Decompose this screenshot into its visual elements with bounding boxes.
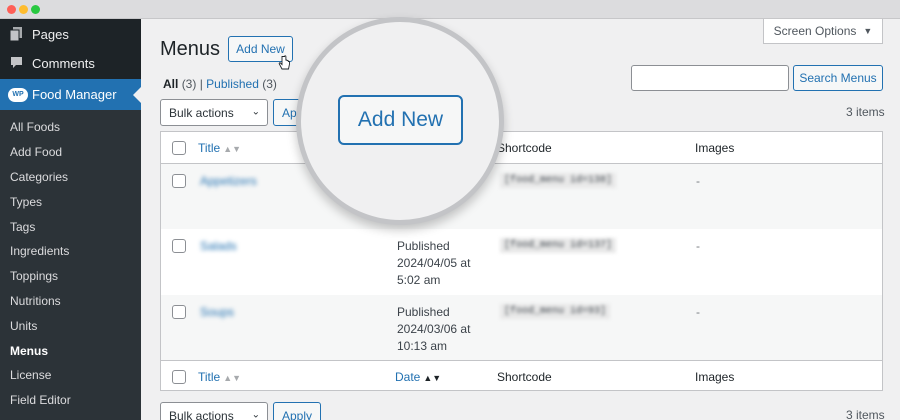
bulk-actions-select[interactable]: Bulk actions ⌄ bbox=[160, 99, 268, 126]
submenu-item-categories[interactable]: Categories bbox=[10, 170, 68, 184]
column-title-footer[interactable]: Title ▲▼ bbox=[198, 370, 241, 384]
admin-sidebar: Pages Comments WP Food Manager All Foods… bbox=[0, 19, 141, 420]
table-row: Appetizers [food_menu id=138] - bbox=[161, 164, 882, 229]
sidebar-item-comments[interactable]: Comments bbox=[0, 49, 141, 77]
row-title-link[interactable]: Soups bbox=[200, 305, 234, 319]
row-date: Published 2024/03/06 at 10:13 am bbox=[397, 305, 471, 353]
filter-separator: | bbox=[199, 77, 203, 91]
submenu-item-nutritions[interactable]: Nutritions bbox=[10, 294, 61, 308]
row-images: - bbox=[696, 305, 700, 319]
hand-pointer-cursor-icon bbox=[278, 55, 290, 71]
row-shortcode: [food_menu id=138] bbox=[500, 173, 617, 188]
table-header-row: Title ▲▼ Shortcode Images bbox=[161, 132, 882, 164]
submenu-item-units[interactable]: Units bbox=[10, 319, 37, 333]
select-all-checkbox[interactable] bbox=[172, 141, 186, 155]
submenu-item-all-foods[interactable]: All Foods bbox=[10, 120, 60, 134]
table-footer-row: Title ▲▼ Date ▲▼ Shortcode Images bbox=[161, 360, 882, 392]
sidebar-item-label: Food Manager bbox=[32, 87, 117, 102]
row-title-link[interactable]: Salads bbox=[200, 239, 237, 253]
menus-table: Title ▲▼ Shortcode Images Appetizers [foo… bbox=[160, 131, 883, 391]
screen-options-button[interactable]: Screen Options ▼ bbox=[763, 19, 883, 44]
chevron-down-icon: ⌄ bbox=[251, 105, 260, 117]
food-manager-logo-icon: WP bbox=[8, 87, 28, 102]
submenu-item-toppings[interactable]: Toppings bbox=[10, 269, 58, 283]
row-checkbox[interactable] bbox=[172, 239, 186, 253]
magnifier-callout: Add New bbox=[296, 17, 504, 225]
maximize-window-button[interactable] bbox=[31, 5, 40, 14]
filter-published[interactable]: Published bbox=[206, 77, 259, 91]
pages-icon bbox=[10, 27, 22, 41]
items-count-bottom: 3 items bbox=[846, 408, 885, 420]
row-checkbox[interactable] bbox=[172, 305, 186, 319]
minimize-window-button[interactable] bbox=[19, 5, 28, 14]
table-row: Soups Published 2024/03/06 at 10:13 am [… bbox=[161, 295, 882, 360]
sort-icon: ▲▼ bbox=[223, 373, 242, 383]
column-images-footer: Images bbox=[695, 370, 735, 384]
search-input[interactable] bbox=[631, 65, 789, 91]
submenu-item-tags[interactable]: Tags bbox=[10, 220, 35, 234]
bulk-actions-bottom-select[interactable]: Bulk actions ⌄ bbox=[160, 402, 268, 420]
submenu-item-types[interactable]: Types bbox=[10, 195, 42, 209]
sidebar-item-label: Comments bbox=[32, 55, 95, 71]
triangle-down-icon: ▼ bbox=[863, 26, 873, 36]
bulk-actions-value: Bulk actions bbox=[169, 105, 234, 120]
column-title-header[interactable]: Title ▲▼ bbox=[198, 141, 241, 155]
row-title-link[interactable]: Appetizers bbox=[200, 174, 257, 188]
row-shortcode: [food_menu id=137] bbox=[500, 238, 617, 253]
comments-icon bbox=[10, 56, 22, 70]
submenu-item-add-food[interactable]: Add Food bbox=[10, 145, 62, 159]
sidebar-item-pages[interactable]: Pages bbox=[0, 20, 141, 48]
chevron-down-icon: ⌄ bbox=[251, 408, 260, 420]
sidebar-item-label: Pages bbox=[32, 26, 69, 42]
row-images: - bbox=[696, 174, 700, 188]
submenu-item-license[interactable]: License bbox=[10, 368, 51, 382]
page-title: Menus bbox=[160, 38, 221, 60]
submenu-item-menus[interactable]: Menus bbox=[10, 344, 48, 358]
row-checkbox[interactable] bbox=[172, 174, 186, 188]
row-images: - bbox=[696, 239, 700, 253]
column-date-footer[interactable]: Date ▲▼ bbox=[395, 370, 441, 384]
sort-icon: ▲▼ bbox=[223, 144, 242, 154]
submenu-item-field-editor[interactable]: Field Editor bbox=[10, 393, 71, 407]
column-shortcode-header: Shortcode bbox=[497, 141, 552, 155]
table-row: Salads Published 2024/04/05 at 5:02 am [… bbox=[161, 229, 882, 295]
column-shortcode-footer: Shortcode bbox=[497, 370, 552, 384]
column-images-header: Images bbox=[695, 141, 735, 155]
bulk-actions-value: Bulk actions bbox=[169, 408, 234, 420]
filter-all[interactable]: All bbox=[163, 77, 178, 91]
search-menus-button[interactable]: Search Menus bbox=[793, 65, 883, 91]
status-filter-links: All (3) | Published (3) bbox=[163, 77, 277, 91]
window-titlebar bbox=[0, 0, 900, 19]
items-count: 3 items bbox=[846, 105, 885, 119]
sort-icon: ▲▼ bbox=[423, 373, 442, 383]
sidebar-item-food-manager[interactable]: WP Food Manager bbox=[0, 79, 141, 110]
row-date: Published 2024/04/05 at 5:02 am bbox=[397, 239, 471, 287]
select-all-footer-checkbox[interactable] bbox=[172, 370, 186, 384]
sidebar-submenu: All Foods Add Food Categories Types Tags… bbox=[0, 110, 141, 420]
row-shortcode: [food_menu id=93] bbox=[500, 304, 611, 319]
submenu-item-ingredients[interactable]: Ingredients bbox=[10, 244, 69, 258]
close-window-button[interactable] bbox=[7, 5, 16, 14]
filter-published-count: (3) bbox=[262, 77, 277, 91]
magnified-add-new-button: Add New bbox=[338, 95, 463, 145]
apply-bottom-button[interactable]: Apply bbox=[273, 402, 321, 420]
filter-all-count: (3) bbox=[181, 77, 197, 91]
screen-options-label: Screen Options bbox=[773, 24, 857, 38]
